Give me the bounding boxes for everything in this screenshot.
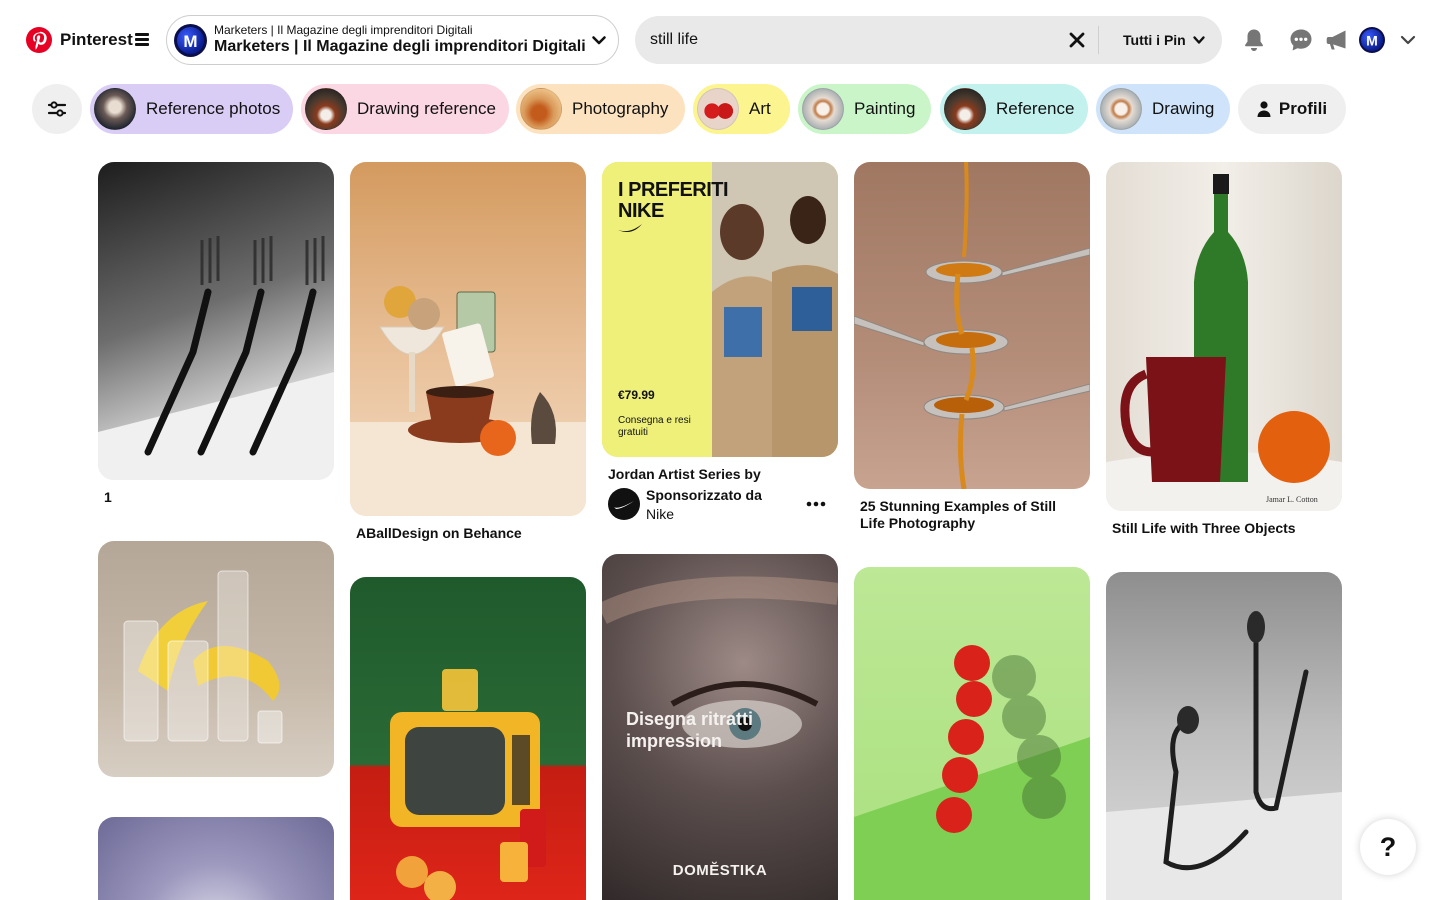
pin-image-bottle-mug-orange[interactable]: Jamar L. Cotton <box>1106 162 1342 511</box>
chip-thumbnail <box>1100 88 1142 130</box>
chip-label: Photography <box>572 99 669 118</box>
retro-tv-illustration <box>390 669 546 900</box>
ad-headline: I PREFERITI <box>618 179 729 201</box>
menu-icon[interactable] <box>135 33 149 46</box>
chip-label: Profili <box>1278 99 1328 118</box>
chip-label: Reference <box>996 99 1075 118</box>
photo-watermark: Jamar L. Cotton <box>1266 495 1318 504</box>
chip-label: Painting <box>854 99 916 118</box>
ad-headline-brand: NIKE <box>618 200 664 222</box>
pinterest-logo[interactable]: Pinterest <box>26 27 133 53</box>
ad-shipping-2: gratuiti <box>618 427 649 438</box>
account-switcher[interactable]: M Marketers | Il Magazine degli imprendi… <box>166 15 619 65</box>
bottle-mug-orange-illustration <box>1106 174 1342 511</box>
account-subtitle: Marketers | Il Magazine degli imprendito… <box>214 22 473 37</box>
sponsored-label: Sponsorizzato da <box>646 487 762 503</box>
chevron-down-icon <box>1193 36 1205 44</box>
more-options-icon[interactable] <box>806 497 826 511</box>
sliders-icon <box>47 101 67 117</box>
pin-image-safety-pins[interactable] <box>1106 572 1342 900</box>
chip-profiles[interactable]: Profili <box>1238 84 1346 134</box>
top-nav: Pinterest M Marketers | Il Magazine degl… <box>0 0 1440 80</box>
chip-label: Drawing <box>1152 99 1215 118</box>
chat-icon[interactable] <box>1288 27 1314 53</box>
chip-thumbnail <box>94 88 136 130</box>
chevron-down-icon[interactable] <box>1398 30 1418 50</box>
pin-image-retro-tv[interactable] <box>350 577 586 900</box>
pin-title[interactable]: 1 <box>104 489 328 506</box>
chip-thumbnail <box>944 88 986 130</box>
megaphone-icon[interactable] <box>1324 27 1350 53</box>
honey-spoons-illustration <box>854 162 1090 489</box>
forks-illustration <box>98 236 334 480</box>
ad-price: €79.99 <box>618 388 655 402</box>
search-filter-label: Tutti i Pin <box>1123 32 1186 48</box>
advertiser-avatar[interactable] <box>608 488 640 520</box>
tomatoes-illustration <box>854 645 1090 900</box>
domestika-logo: DOMĔSTIKA <box>672 862 768 879</box>
coffee-still-life-illustration <box>350 286 586 516</box>
chip-art[interactable]: Art <box>693 84 790 134</box>
pin-image-bananas[interactable] <box>98 541 334 777</box>
pin-title[interactable]: Jordan Artist Series by <box>608 466 832 483</box>
chip-thumbnail <box>305 88 347 130</box>
chip-label: Art <box>749 99 771 118</box>
ad-shipping: Consegna e resi <box>618 415 691 426</box>
search-bar: Tutti i Pin <box>635 16 1222 64</box>
search-input[interactable] <box>650 16 1050 64</box>
chip-label: Reference photos <box>146 99 281 118</box>
help-button[interactable]: ? <box>1360 819 1416 875</box>
chip-painting[interactable]: Painting <box>798 84 931 134</box>
search-divider <box>1098 26 1099 54</box>
bananas-illustration <box>123 570 283 744</box>
brand-name: Pinterest <box>60 30 133 49</box>
chip-thumbnail <box>697 88 739 130</box>
pin-image-tomatoes[interactable] <box>854 567 1090 900</box>
chip-reference[interactable]: Reference <box>940 84 1088 134</box>
chip-thumbnail <box>802 88 844 130</box>
safety-pins-illustration <box>1106 611 1342 900</box>
help-icon: ? <box>1379 831 1397 862</box>
pin-title[interactable]: ABallDesign on Behance <box>356 525 580 542</box>
chip-thumbnail <box>520 88 562 130</box>
search-filter-dropdown[interactable]: Tutti i Pin <box>1123 16 1206 64</box>
chip-photography[interactable]: Photography <box>516 84 685 134</box>
pin-image-coffee-still-life[interactable] <box>350 162 586 516</box>
ad-headline: Disegna ritratti <box>626 709 754 729</box>
chip-label: Drawing reference <box>357 99 496 118</box>
person-icon <box>1257 101 1271 117</box>
filters-button[interactable] <box>32 84 82 134</box>
pin-title[interactable]: 25 Stunning Examples of Still Life Photo… <box>860 498 1084 532</box>
account-name: Marketers | Il Magazine degli imprendito… <box>214 37 586 55</box>
pinterest-icon <box>26 27 52 53</box>
bell-icon[interactable] <box>1241 27 1267 53</box>
chip-drawing-reference[interactable]: Drawing reference <box>301 84 509 134</box>
user-avatar[interactable]: M <box>1359 27 1385 53</box>
close-icon[interactable] <box>1067 30 1087 50</box>
pin-image-nike-ad[interactable]: I PREFERITI NIKE €79.99 Consegna e resi … <box>602 162 838 457</box>
account-avatar: M <box>174 23 207 57</box>
pin-image-forks[interactable] <box>98 162 334 480</box>
chip-drawing[interactable]: Drawing <box>1096 84 1230 134</box>
chevron-down-icon[interactable] <box>590 31 608 49</box>
ad-headline-2: impression <box>626 731 723 751</box>
nike-swoosh-icon <box>614 501 634 509</box>
svg-text:M: M <box>183 32 197 51</box>
pin-image-honey-spoons[interactable] <box>854 162 1090 489</box>
advertiser-name[interactable]: Nike <box>646 506 674 522</box>
pin-title[interactable]: Still Life with Three Objects <box>1112 520 1336 537</box>
svg-text:M: M <box>1366 33 1378 49</box>
pin-image-purple-texture[interactable] <box>98 817 334 900</box>
chip-reference-photos[interactable]: Reference photos <box>90 84 293 134</box>
pin-image-domestika-ad[interactable]: Disegna ritratti impression DOMĔSTIKA <box>602 554 838 900</box>
